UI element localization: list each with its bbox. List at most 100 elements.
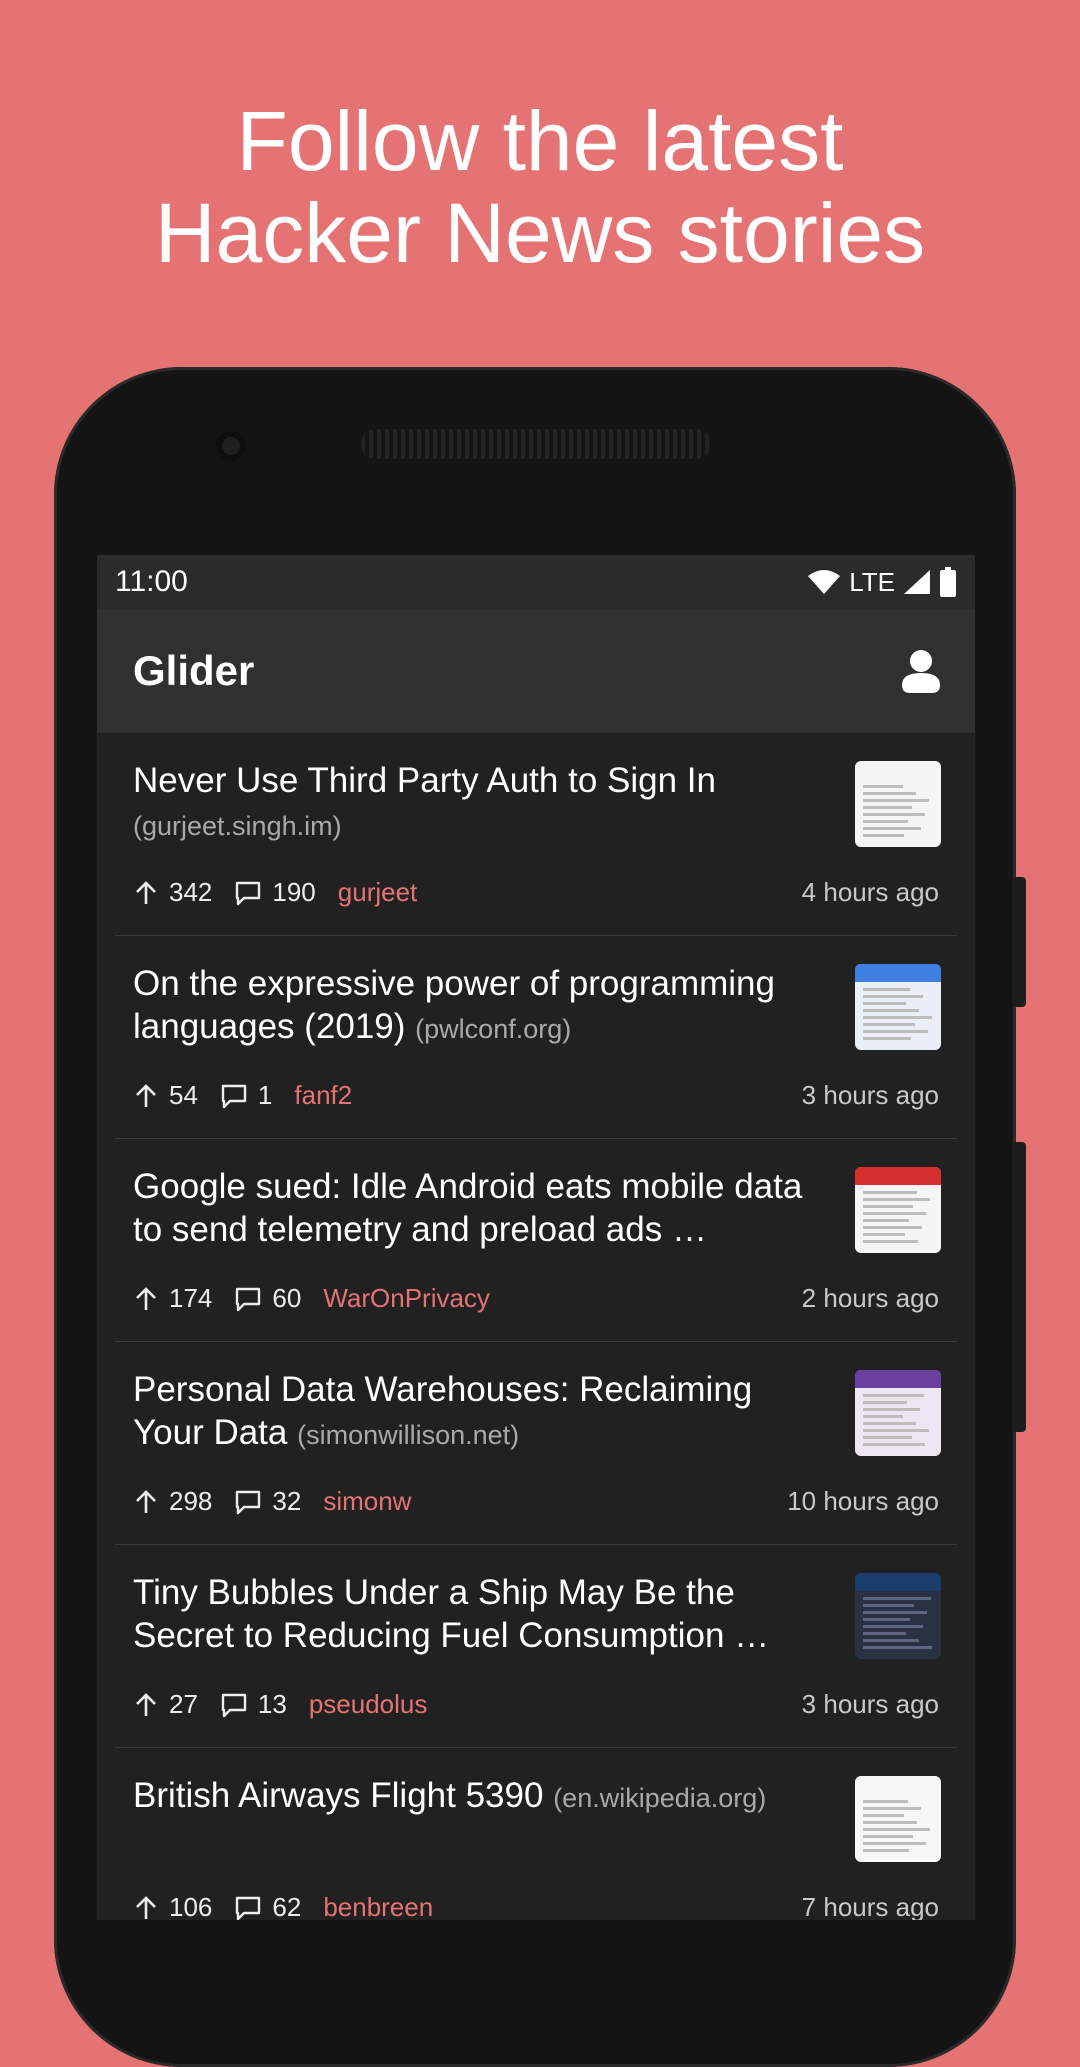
thumbnail-text-line [863, 1814, 904, 1817]
headline-line-1: Follow the latest [236, 94, 844, 188]
thumbnail-text-line [863, 792, 916, 795]
story-item[interactable]: Never Use Third Party Auth to Sign In (g… [115, 733, 957, 936]
thumbnail-text-line [863, 1618, 910, 1621]
thumbnail-text-line [863, 1408, 920, 1411]
comment-icon [236, 1287, 261, 1311]
upvote-group[interactable]: 54 [133, 1080, 198, 1111]
story-title-block[interactable]: Never Use Third Party Auth to Sign In (g… [133, 759, 823, 848]
thumbnail-header [855, 1573, 941, 1591]
story-item[interactable]: Personal Data Warehouses: Reclaiming You… [115, 1342, 957, 1545]
status-bar: 11:00 LTE [97, 555, 975, 609]
thumbnail-text-line [863, 995, 923, 998]
thumbnail-text-line [863, 1611, 927, 1614]
story-author[interactable]: benbreen [323, 1892, 433, 1920]
comments-group[interactable]: 60 [234, 1283, 301, 1314]
comments-count: 13 [257, 1689, 287, 1719]
story-time: 3 hours ago [801, 1689, 939, 1719]
points-count: 174 [169, 1283, 213, 1313]
comment-icon [221, 1084, 247, 1108]
story-thumbnail[interactable] [855, 761, 941, 847]
story-meta: 106 62 benbreen 7 hours ago [133, 1892, 939, 1920]
signal-icon [904, 570, 930, 594]
story-title-block[interactable]: British Airways Flight 5390 (en.wikipedi… [133, 1774, 823, 1820]
thumbnail-text-line [863, 1009, 919, 1012]
story-title-block[interactable]: Google sued: Idle Android eats mobile da… [133, 1165, 823, 1254]
story-domain: (simonwillison.net) [297, 1420, 520, 1450]
comments-count: 60 [272, 1283, 302, 1313]
story-author[interactable]: pseudolus [309, 1689, 428, 1720]
thumbnail-text-line [863, 1625, 923, 1628]
account-icon[interactable] [901, 649, 941, 693]
arrow-up-icon [136, 1692, 156, 1716]
story-domain: (gurjeet.singh.im) [133, 811, 342, 841]
arrow-up-icon [136, 1286, 156, 1310]
story-meta: 54 1 fanf2 3 hours ago [133, 1080, 939, 1111]
story-author[interactable]: simonw [323, 1486, 411, 1517]
story-item[interactable]: British Airways Flight 5390 (en.wikipedi… [115, 1748, 957, 1920]
thumbnail-text-line [863, 1828, 930, 1831]
thumbnail-text-line [863, 1604, 914, 1607]
front-camera [216, 431, 246, 461]
story-time: 2 hours ago [801, 1283, 939, 1313]
story-author[interactable]: WarOnPrivacy [323, 1283, 490, 1314]
thumbnail-text-line [863, 1443, 925, 1446]
thumbnail-text-line [863, 813, 925, 816]
story-title-block[interactable]: Tiny Bubbles Under a Ship May Be the Sec… [133, 1571, 823, 1660]
headline-line-2: Hacker News stories [154, 186, 926, 280]
story-meta: 298 32 simonw 10 hours ago [133, 1486, 939, 1517]
comments-group[interactable]: 62 [234, 1892, 301, 1920]
story-thumbnail[interactable] [855, 964, 941, 1050]
thumbnail-text-line [863, 1205, 913, 1208]
story-title[interactable]: Google sued: Idle Android eats mobile da… [133, 1167, 802, 1249]
story-thumbnail[interactable] [855, 1370, 941, 1456]
upvote-group[interactable]: 27 [133, 1689, 198, 1720]
earpiece-speaker [361, 429, 711, 459]
thumbnail-text-line [863, 1632, 906, 1635]
story-title[interactable]: Tiny Bubbles Under a Ship May Be the Sec… [133, 1573, 769, 1655]
story-author[interactable]: gurjeet [338, 877, 418, 908]
thumbnail-text-line [863, 1016, 932, 1019]
story-domain: (en.wikipedia.org) [553, 1783, 767, 1813]
story-meta: 174 60 WarOnPrivacy 2 hours ago [133, 1283, 939, 1314]
upvote-group[interactable]: 298 [133, 1486, 212, 1517]
story-thumbnail[interactable] [855, 1776, 941, 1862]
comments-group[interactable]: 32 [234, 1486, 301, 1517]
story-thumbnail[interactable] [855, 1573, 941, 1659]
thumbnail-text-line [863, 1219, 909, 1222]
thumbnail-text-line [863, 1198, 930, 1201]
story-time: 7 hours ago [801, 1892, 939, 1920]
story-title[interactable]: British Airways Flight 5390 [133, 1776, 543, 1815]
upvote-group[interactable]: 342 [133, 877, 212, 908]
comment-icon [236, 881, 261, 905]
thumbnail-text-line [863, 1002, 906, 1005]
comment-icon [236, 1490, 261, 1514]
comments-count: 62 [272, 1892, 302, 1920]
story-domain: (pwlconf.org) [415, 1014, 572, 1044]
thumbnail-text-line [863, 1394, 924, 1397]
story-title-block[interactable]: Personal Data Warehouses: Reclaiming You… [133, 1368, 823, 1457]
volume-button [1012, 877, 1026, 1007]
story-meta: 27 13 pseudolus 3 hours ago [133, 1689, 939, 1720]
upvote-group[interactable]: 106 [133, 1892, 212, 1920]
wifi-icon [808, 570, 841, 594]
story-item[interactable]: Google sued: Idle Android eats mobile da… [115, 1139, 957, 1342]
arrow-up-icon [136, 1895, 156, 1919]
arrow-up-icon [136, 1489, 156, 1513]
comments-group[interactable]: 190 [234, 877, 316, 908]
story-author[interactable]: fanf2 [294, 1080, 352, 1111]
thumbnail-text-line [863, 1030, 928, 1033]
story-thumbnail[interactable] [855, 1167, 941, 1253]
story-meta: 342 190 gurjeet 4 hours ago [133, 877, 939, 908]
thumbnail-text-line [863, 988, 910, 991]
story-item[interactable]: On the expressive power of programming l… [115, 936, 957, 1139]
thumbnail-text-line [863, 834, 904, 837]
story-title[interactable]: Never Use Third Party Auth to Sign In [133, 761, 716, 800]
points-count: 27 [169, 1689, 198, 1719]
story-title-block[interactable]: On the expressive power of programming l… [133, 962, 823, 1051]
app-screen: 11:00 LTE Glider Never Use Third Party A… [97, 555, 975, 1920]
upvote-group[interactable]: 174 [133, 1283, 212, 1314]
comments-group[interactable]: 13 [220, 1689, 287, 1720]
story-item[interactable]: Tiny Bubbles Under a Ship May Be the Sec… [115, 1545, 957, 1748]
comments-group[interactable]: 1 [220, 1080, 272, 1111]
thumbnail-text-line [863, 1415, 903, 1418]
